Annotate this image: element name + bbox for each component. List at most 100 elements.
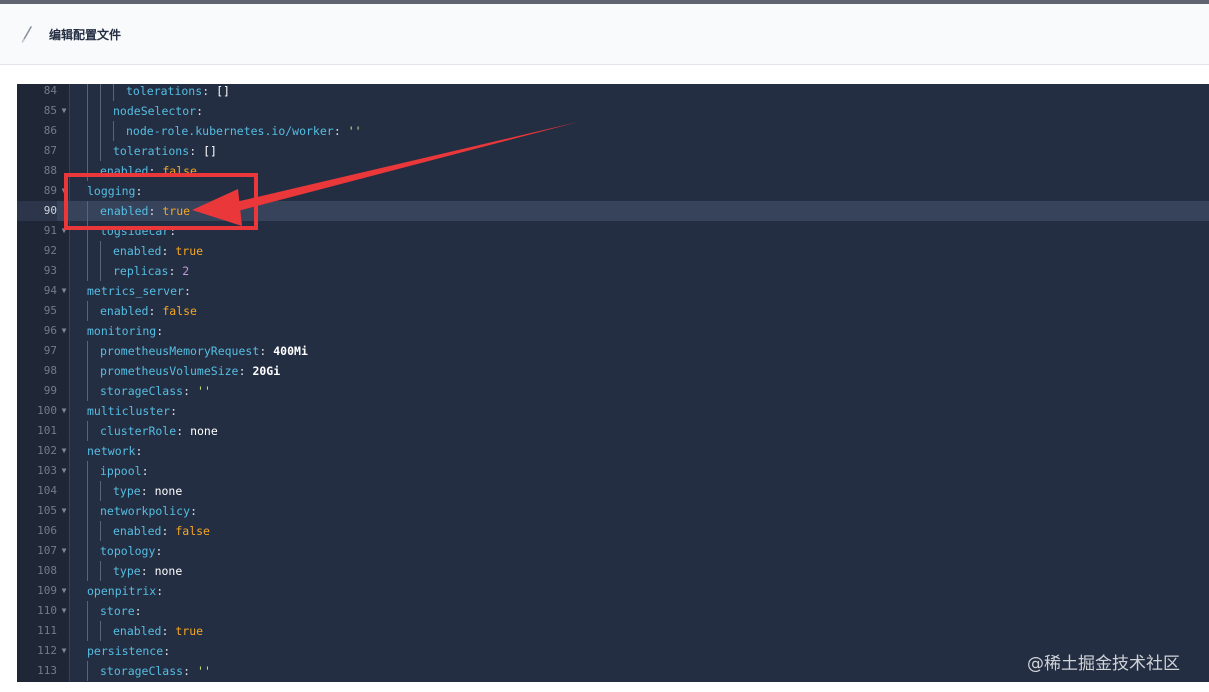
yaml-colon: :	[148, 164, 156, 178]
fold-toggle-icon[interactable]: ▼	[59, 181, 69, 201]
gutter-separator	[69, 541, 70, 561]
code-line[interactable]: 103 ▼ ippool:	[17, 461, 1209, 481]
yaml-colon: :	[183, 664, 191, 678]
fold-toggle-icon[interactable]: ▼	[59, 101, 69, 121]
code-line[interactable]: 105 ▼ networkpolicy:	[17, 501, 1209, 521]
fold-toggle-icon[interactable]: ▼	[59, 281, 69, 301]
code-line[interactable]: 84 tolerations: []	[17, 84, 1209, 101]
code-line[interactable]: 100 ▼ multicluster:	[17, 401, 1209, 421]
code-line[interactable]: 92 enabled: true	[17, 241, 1209, 261]
yaml-key: enabled	[100, 164, 149, 178]
fold-toggle-icon[interactable]: ▼	[59, 321, 69, 341]
fold-toggle-icon[interactable]: ▼	[59, 641, 69, 661]
fold-toggle-icon[interactable]: ▼	[59, 461, 69, 481]
code-line[interactable]: 106 enabled: false	[17, 521, 1209, 541]
yaml-colon: :	[156, 584, 164, 598]
fold-toggle-icon[interactable]: ▼	[59, 401, 69, 421]
gutter-separator	[69, 221, 70, 241]
yaml-key: nodeSelector	[113, 104, 197, 118]
yaml-value: true	[175, 244, 204, 258]
yaml-colon: :	[134, 604, 142, 618]
gutter-separator	[69, 84, 70, 101]
line-number: 112	[37, 644, 57, 657]
code-line[interactable]: 94 ▼ metrics_server:	[17, 281, 1209, 301]
code-line[interactable]: 99 storageClass: ''	[17, 381, 1209, 401]
yaml-key: logsidecar	[100, 224, 170, 238]
gutter-separator	[69, 181, 70, 201]
page-header: 编辑配置文件	[0, 4, 1209, 65]
gutter-separator	[69, 481, 70, 501]
yaml-value: 2	[182, 264, 190, 278]
yaml-colon: :	[168, 264, 176, 278]
fold-toggle-icon[interactable]: ▼	[59, 501, 69, 521]
fold-toggle-icon[interactable]: ▼	[59, 441, 69, 461]
code-line[interactable]: 108 type: none	[17, 561, 1209, 581]
yaml-colon: :	[202, 84, 210, 98]
code-line[interactable]: 87 tolerations: []	[17, 141, 1209, 161]
indent-guide	[87, 621, 88, 641]
yaml-code-editor[interactable]: 84 tolerations:[] 85 ▼ nodeSelector:86 node-r…	[17, 84, 1209, 682]
code-line[interactable]: 109 ▼ openpitrix:	[17, 581, 1209, 601]
code-line[interactable]: 102 ▼ network:	[17, 441, 1209, 461]
fold-toggle-icon[interactable]: ▼	[59, 581, 69, 601]
yaml-value: false	[162, 304, 197, 318]
fold-toggle-icon[interactable]: ▼	[59, 601, 69, 621]
indent-guide	[87, 221, 88, 241]
indent-guide	[87, 561, 88, 581]
code-line[interactable]: 88 enabled: false	[17, 161, 1209, 181]
yaml-key: enabled	[113, 624, 162, 638]
yaml-value: ''	[197, 384, 211, 398]
yaml-colon: :	[189, 144, 197, 158]
fold-toggle-icon[interactable]: ▼	[59, 221, 69, 241]
line-number: 92	[43, 244, 57, 257]
code-line[interactable]: 101 clusterRole: none	[17, 421, 1209, 441]
gutter-separator	[69, 201, 70, 221]
gutter-separator	[69, 121, 70, 141]
yaml-key: storageClass	[100, 384, 184, 398]
gutter-separator	[69, 601, 70, 621]
yaml-key: enabled	[113, 524, 162, 538]
code-line[interactable]: 85 ▼ nodeSelector:	[17, 101, 1209, 121]
gutter-separator	[69, 241, 70, 261]
line-number: 102	[37, 444, 57, 457]
code-line[interactable]: 98 prometheusVolumeSize:20Gi	[17, 361, 1209, 381]
line-number: 100	[37, 404, 57, 417]
yaml-colon: :	[169, 224, 177, 238]
line-number: 96	[43, 324, 57, 337]
yaml-key: storageClass	[100, 664, 184, 678]
indent-guide	[87, 241, 88, 261]
yaml-value: false	[162, 164, 197, 178]
indent-guide	[87, 84, 88, 101]
indent-guide	[87, 141, 88, 161]
code-line[interactable]: 93 replicas:2	[17, 261, 1209, 281]
gutter-separator	[69, 341, 70, 361]
code-line[interactable]: 110 ▼ store:	[17, 601, 1209, 621]
yaml-key: enabled	[113, 244, 162, 258]
code-line[interactable]: 111 enabled: true	[17, 621, 1209, 641]
code-line[interactable]: 89 ▼ logging:	[17, 181, 1209, 201]
gutter-separator	[69, 421, 70, 441]
code-line[interactable]: 95 enabled: false	[17, 301, 1209, 321]
code-line[interactable]: 107 ▼ topology:	[17, 541, 1209, 561]
yaml-key: prometheusMemoryRequest	[100, 344, 260, 358]
line-number: 104	[37, 484, 57, 497]
code-line[interactable]: 86 node-role.kubernetes.io/worker: ''	[17, 121, 1209, 141]
code-line[interactable]: 104 type: none	[17, 481, 1209, 501]
line-number: 97	[43, 344, 57, 357]
indent-guide	[100, 521, 101, 541]
fold-toggle-icon[interactable]: ▼	[59, 541, 69, 561]
line-number: 103	[37, 464, 57, 477]
code-line[interactable]: 91 ▼ logsidecar:	[17, 221, 1209, 241]
code-line[interactable]: 90 enabled: true	[17, 201, 1209, 221]
yaml-colon: :	[140, 564, 148, 578]
yaml-key: tolerations	[113, 144, 190, 158]
line-number: 106	[37, 524, 57, 537]
indent-guide	[113, 84, 114, 101]
line-number: 110	[37, 604, 57, 617]
gutter-separator	[69, 101, 70, 121]
code-line[interactable]: 96 ▼ monitoring:	[17, 321, 1209, 341]
yaml-value: 20Gi	[252, 364, 281, 378]
yaml-colon: :	[148, 204, 156, 218]
yaml-key: prometheusVolumeSize	[100, 364, 239, 378]
code-line[interactable]: 97 prometheusMemoryRequest:400Mi	[17, 341, 1209, 361]
